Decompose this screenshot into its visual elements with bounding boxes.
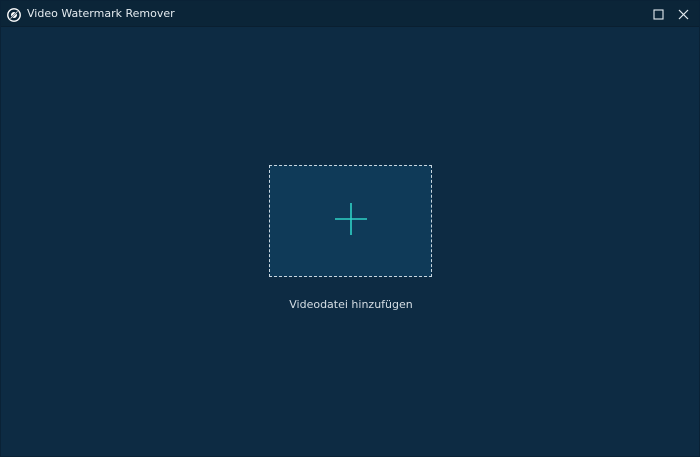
close-button[interactable] (670, 1, 696, 27)
maximize-button[interactable] (645, 1, 671, 27)
plus-icon[interactable] (334, 202, 368, 240)
close-icon (678, 5, 689, 24)
maximize-icon (652, 5, 664, 24)
window-title: Video Watermark Remover (27, 7, 175, 20)
app-window: Video Watermark Remover Videodatei hinzu… (0, 0, 700, 457)
title-bar[interactable]: Video Watermark Remover (1, 1, 699, 27)
add-video-label: Videodatei hinzufügen (289, 298, 413, 311)
add-video-dropzone[interactable] (269, 165, 432, 277)
watermark-remover-logo-icon (7, 7, 21, 22)
